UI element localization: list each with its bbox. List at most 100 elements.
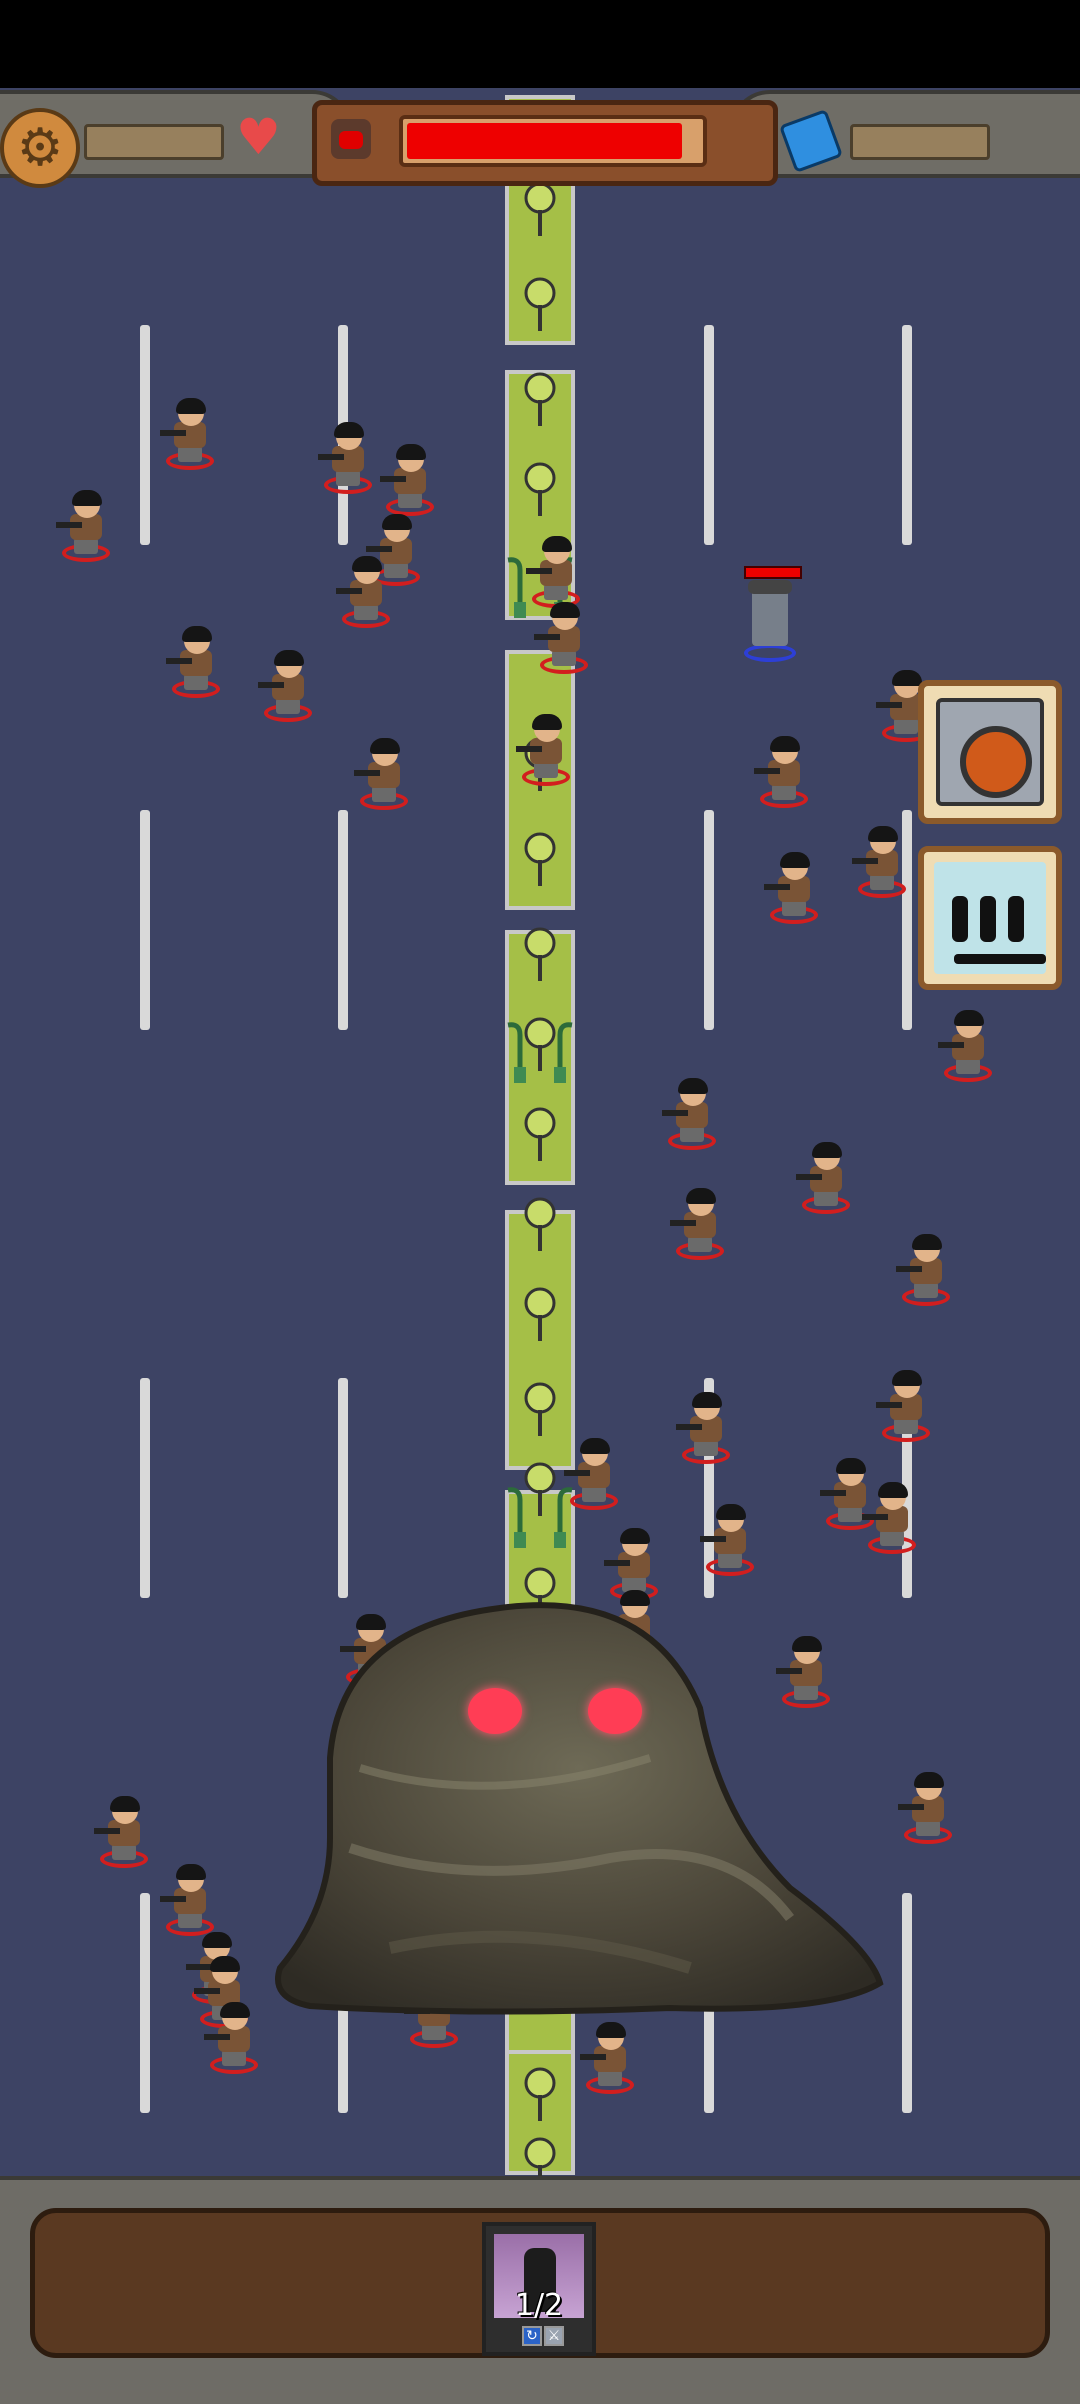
enemy-soldier[interactable] bbox=[258, 650, 318, 726]
gun-icon bbox=[862, 1514, 888, 1520]
enemy-soldier[interactable] bbox=[898, 1772, 958, 1848]
enemy-soldier[interactable] bbox=[852, 826, 912, 902]
enemy-legs bbox=[178, 446, 202, 462]
enemy-soldier[interactable] bbox=[380, 444, 440, 520]
gear-icon[interactable]: ⚙ bbox=[0, 108, 80, 188]
gun-icon bbox=[898, 1804, 924, 1810]
enemy-legs bbox=[372, 786, 396, 802]
gun-icon bbox=[764, 884, 790, 890]
enemy-soldier[interactable] bbox=[700, 1504, 760, 1580]
weapons-icon bbox=[934, 862, 1046, 974]
enemy-hair bbox=[892, 670, 922, 686]
enemy-soldier[interactable] bbox=[160, 1864, 220, 1940]
enemy-legs bbox=[354, 604, 378, 620]
enemy-soldier[interactable] bbox=[662, 1078, 722, 1154]
gun-icon bbox=[876, 702, 902, 708]
tree-icon bbox=[524, 1287, 556, 1341]
enemy-soldier[interactable] bbox=[318, 422, 378, 498]
enemy-soldier[interactable] bbox=[764, 852, 824, 928]
enemy-hair bbox=[954, 1010, 984, 1026]
enemy-soldier[interactable] bbox=[534, 602, 594, 678]
lane-line bbox=[704, 810, 714, 1030]
enemy-soldier[interactable] bbox=[580, 2022, 640, 2098]
currency-bar bbox=[850, 124, 990, 160]
enemy-legs bbox=[694, 1440, 718, 1456]
enemy-legs bbox=[222, 2050, 246, 2066]
enemy-soldier[interactable] bbox=[862, 1482, 922, 1558]
enemy-hair bbox=[274, 650, 304, 666]
gun-icon bbox=[366, 546, 392, 552]
enemy-hair bbox=[878, 1482, 908, 1498]
enemy-legs bbox=[582, 1486, 606, 1502]
enemy-soldier[interactable] bbox=[94, 1796, 154, 1872]
hero-selection-ring bbox=[744, 644, 796, 662]
gun-icon bbox=[166, 658, 192, 664]
enemy-legs bbox=[598, 2070, 622, 2086]
gun-icon bbox=[754, 768, 780, 774]
enemy-legs bbox=[772, 784, 796, 800]
enemy-soldier[interactable] bbox=[516, 714, 576, 790]
gun-icon bbox=[796, 1174, 822, 1180]
enemy-soldier[interactable] bbox=[754, 736, 814, 812]
enemy-hair bbox=[716, 1504, 746, 1520]
enemy-soldier[interactable] bbox=[166, 626, 226, 702]
enemy-legs bbox=[838, 1506, 862, 1522]
boss-health-fill bbox=[407, 123, 682, 159]
enemy-legs bbox=[184, 674, 208, 690]
top-hud: ⚙ ♥ bbox=[0, 88, 1080, 198]
gun-icon bbox=[564, 1470, 590, 1476]
enemy-hair bbox=[770, 736, 800, 752]
tree-icon bbox=[524, 1197, 556, 1251]
enemy-soldier[interactable] bbox=[896, 1234, 956, 1310]
boss-eye-left bbox=[468, 1688, 522, 1734]
enemy-hair bbox=[334, 422, 364, 438]
lane-line bbox=[140, 810, 150, 1030]
gun-icon bbox=[380, 476, 406, 482]
enemy-soldier[interactable] bbox=[676, 1392, 736, 1468]
enemy-soldier[interactable] bbox=[796, 1142, 856, 1218]
lane-line bbox=[338, 1378, 348, 1598]
enemy-legs bbox=[552, 650, 576, 666]
gun-icon bbox=[700, 1536, 726, 1542]
gun-icon bbox=[204, 2034, 230, 2040]
enemy-soldier[interactable] bbox=[336, 556, 396, 632]
enemy-soldier[interactable] bbox=[526, 536, 586, 612]
enemy-hair bbox=[532, 714, 562, 730]
lane-line bbox=[902, 1893, 912, 2113]
weapon-icon: ⚔ bbox=[544, 2326, 564, 2346]
camera-button[interactable] bbox=[918, 680, 1062, 824]
enemy-soldier[interactable] bbox=[670, 1188, 730, 1264]
gun-icon bbox=[604, 1560, 630, 1566]
unit-bar: 1/2 ↻ ⚔ bbox=[0, 2176, 1080, 2404]
lane-line bbox=[902, 325, 912, 545]
battlefield[interactable] bbox=[0, 0, 1080, 2400]
rifle-icon bbox=[952, 896, 968, 942]
enemy-hair bbox=[176, 398, 206, 414]
gun-icon bbox=[662, 1110, 688, 1116]
enemy-legs bbox=[880, 1530, 904, 1546]
enemy-soldier[interactable] bbox=[160, 398, 220, 474]
enemy-hair bbox=[580, 1438, 610, 1454]
unit-card[interactable]: 1/2 ↻ ⚔ bbox=[482, 2222, 596, 2356]
gun-icon bbox=[336, 588, 362, 594]
enemy-soldier[interactable] bbox=[354, 738, 414, 814]
weapons-button[interactable] bbox=[918, 846, 1062, 990]
rifle-icon bbox=[980, 896, 996, 942]
enemy-soldier[interactable] bbox=[564, 1438, 624, 1514]
enemy-soldier[interactable] bbox=[938, 1010, 998, 1086]
enemy-soldier[interactable] bbox=[204, 2002, 264, 2078]
enemy-soldier[interactable] bbox=[56, 490, 116, 566]
sword-icon bbox=[954, 954, 1046, 964]
boss-skull-icon bbox=[331, 119, 371, 159]
enemy-legs bbox=[688, 1236, 712, 1252]
lane-line bbox=[704, 325, 714, 545]
enemy-soldier[interactable] bbox=[876, 1370, 936, 1446]
gun-icon bbox=[258, 682, 284, 688]
boss-monster[interactable] bbox=[270, 1588, 890, 2018]
enemy-hair bbox=[812, 1142, 842, 1158]
enemy-legs bbox=[422, 2024, 446, 2040]
enemy-hair bbox=[678, 1078, 708, 1094]
player-hero[interactable] bbox=[740, 566, 802, 666]
gun-icon bbox=[820, 1490, 846, 1496]
enemy-legs bbox=[956, 1058, 980, 1074]
